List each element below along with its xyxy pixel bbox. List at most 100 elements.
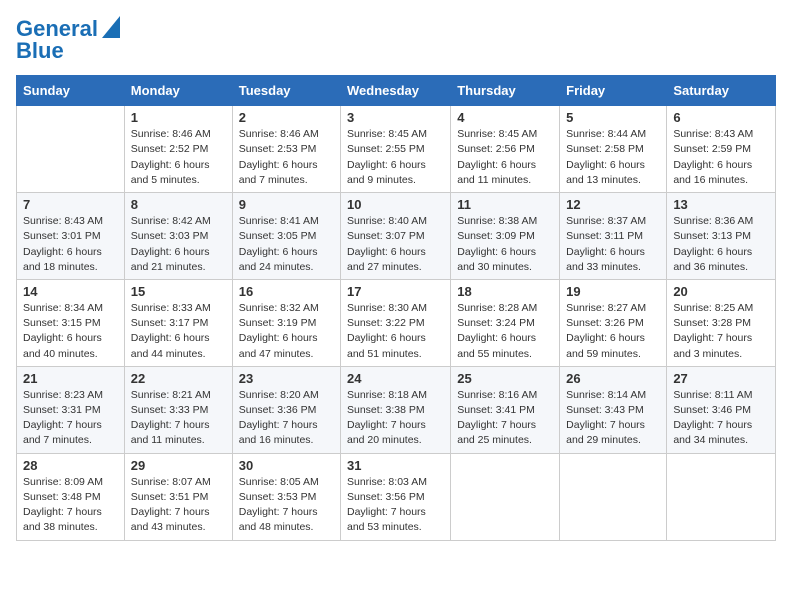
calendar-cell: 16 Sunrise: 8:32 AM Sunset: 3:19 PM Dayli… [232, 279, 340, 366]
day-info: Sunrise: 8:25 AM Sunset: 3:28 PM Dayligh… [673, 301, 769, 362]
day-info: Sunrise: 8:46 AM Sunset: 2:52 PM Dayligh… [131, 127, 226, 188]
day-info: Sunrise: 8:30 AM Sunset: 3:22 PM Dayligh… [347, 301, 444, 362]
calendar-cell: 31Sunrise: 8:03 AM Sunset: 3:56 PM Dayli… [341, 453, 451, 540]
calendar-week-row: 1 Sunrise: 8:46 AM Sunset: 2:52 PM Daylig… [17, 106, 776, 193]
day-number: 13 [673, 197, 769, 212]
logo: General Blue [16, 16, 120, 63]
calendar-cell: 1 Sunrise: 8:46 AM Sunset: 2:52 PM Daylig… [124, 106, 232, 193]
calendar-cell: 29Sunrise: 8:07 AM Sunset: 3:51 PM Dayli… [124, 453, 232, 540]
day-info: Sunrise: 8:33 AM Sunset: 3:17 PM Dayligh… [131, 301, 226, 362]
page-header: General Blue [16, 16, 776, 63]
weekday-header-saturday: Saturday [667, 76, 776, 106]
day-info: Sunrise: 8:36 AM Sunset: 3:13 PM Dayligh… [673, 214, 769, 275]
calendar-cell: 24Sunrise: 8:18 AM Sunset: 3:38 PM Dayli… [341, 366, 451, 453]
day-number: 28 [23, 458, 118, 473]
calendar-cell [667, 453, 776, 540]
calendar-week-row: 7 Sunrise: 8:43 AM Sunset: 3:01 PM Daylig… [17, 193, 776, 280]
day-info: Sunrise: 8:45 AM Sunset: 2:56 PM Dayligh… [457, 127, 553, 188]
calendar-cell: 15 Sunrise: 8:33 AM Sunset: 3:17 PM Dayli… [124, 279, 232, 366]
day-info: Sunrise: 8:41 AM Sunset: 3:05 PM Dayligh… [239, 214, 334, 275]
day-info: Sunrise: 8:32 AM Sunset: 3:19 PM Dayligh… [239, 301, 334, 362]
calendar-cell: 9 Sunrise: 8:41 AM Sunset: 3:05 PM Daylig… [232, 193, 340, 280]
calendar-cell: 21 Sunrise: 8:23 AM Sunset: 3:31 PM Dayli… [17, 366, 125, 453]
day-number: 9 [239, 197, 334, 212]
calendar-cell: 13 Sunrise: 8:36 AM Sunset: 3:13 PM Dayli… [667, 193, 776, 280]
calendar-cell: 6Sunrise: 8:43 AM Sunset: 2:59 PM Daylig… [667, 106, 776, 193]
day-number: 17 [347, 284, 444, 299]
day-number: 11 [457, 197, 553, 212]
day-info: Sunrise: 8:38 AM Sunset: 3:09 PM Dayligh… [457, 214, 553, 275]
day-number: 27 [673, 371, 769, 386]
day-number: 29 [131, 458, 226, 473]
day-info: Sunrise: 8:43 AM Sunset: 3:01 PM Dayligh… [23, 214, 118, 275]
day-info: Sunrise: 8:37 AM Sunset: 3:11 PM Dayligh… [566, 214, 660, 275]
day-number: 16 [239, 284, 334, 299]
calendar-cell: 14 Sunrise: 8:34 AM Sunset: 3:15 PM Dayli… [17, 279, 125, 366]
day-number: 30 [239, 458, 334, 473]
day-number: 24 [347, 371, 444, 386]
day-number: 14 [23, 284, 118, 299]
day-info: Sunrise: 8:28 AM Sunset: 3:24 PM Dayligh… [457, 301, 553, 362]
day-number: 21 [23, 371, 118, 386]
calendar-cell: 3Sunrise: 8:45 AM Sunset: 2:55 PM Daylig… [341, 106, 451, 193]
day-info: Sunrise: 8:46 AM Sunset: 2:53 PM Dayligh… [239, 127, 334, 188]
calendar-cell: 8Sunrise: 8:42 AM Sunset: 3:03 PM Daylig… [124, 193, 232, 280]
calendar-week-row: 28 Sunrise: 8:09 AM Sunset: 3:48 PM Dayli… [17, 453, 776, 540]
calendar-cell: 11 Sunrise: 8:38 AM Sunset: 3:09 PM Dayli… [451, 193, 560, 280]
calendar-cell: 17 Sunrise: 8:30 AM Sunset: 3:22 PM Dayli… [341, 279, 451, 366]
calendar-cell: 12 Sunrise: 8:37 AM Sunset: 3:11 PM Dayli… [560, 193, 667, 280]
day-number: 4 [457, 110, 553, 125]
day-number: 12 [566, 197, 660, 212]
day-info: Sunrise: 8:23 AM Sunset: 3:31 PM Dayligh… [23, 388, 118, 449]
calendar-week-row: 14 Sunrise: 8:34 AM Sunset: 3:15 PM Dayli… [17, 279, 776, 366]
calendar-cell: 10 Sunrise: 8:40 AM Sunset: 3:07 PM Dayli… [341, 193, 451, 280]
logo-text-blue: Blue [16, 39, 64, 63]
day-info: Sunrise: 8:16 AM Sunset: 3:41 PM Dayligh… [457, 388, 553, 449]
calendar-cell: 20 Sunrise: 8:25 AM Sunset: 3:28 PM Dayli… [667, 279, 776, 366]
calendar-cell [17, 106, 125, 193]
day-number: 3 [347, 110, 444, 125]
weekday-header-thursday: Thursday [451, 76, 560, 106]
day-number: 25 [457, 371, 553, 386]
day-info: Sunrise: 8:20 AM Sunset: 3:36 PM Dayligh… [239, 388, 334, 449]
calendar-cell: 23Sunrise: 8:20 AM Sunset: 3:36 PM Dayli… [232, 366, 340, 453]
weekday-header-friday: Friday [560, 76, 667, 106]
day-info: Sunrise: 8:03 AM Sunset: 3:56 PM Dayligh… [347, 475, 444, 536]
calendar-cell: 19 Sunrise: 8:27 AM Sunset: 3:26 PM Dayli… [560, 279, 667, 366]
day-number: 1 [131, 110, 226, 125]
day-number: 10 [347, 197, 444, 212]
day-number: 2 [239, 110, 334, 125]
day-number: 18 [457, 284, 553, 299]
day-info: Sunrise: 8:42 AM Sunset: 3:03 PM Dayligh… [131, 214, 226, 275]
calendar-cell: 22 Sunrise: 8:21 AM Sunset: 3:33 PM Dayli… [124, 366, 232, 453]
calendar-cell: 28 Sunrise: 8:09 AM Sunset: 3:48 PM Dayli… [17, 453, 125, 540]
day-number: 20 [673, 284, 769, 299]
weekday-header-monday: Monday [124, 76, 232, 106]
weekday-header-wednesday: Wednesday [341, 76, 451, 106]
calendar-cell: 7 Sunrise: 8:43 AM Sunset: 3:01 PM Daylig… [17, 193, 125, 280]
day-number: 19 [566, 284, 660, 299]
day-number: 15 [131, 284, 226, 299]
calendar-header-row: SundayMondayTuesdayWednesdayThursdayFrid… [17, 76, 776, 106]
day-info: Sunrise: 8:44 AM Sunset: 2:58 PM Dayligh… [566, 127, 660, 188]
day-info: Sunrise: 8:09 AM Sunset: 3:48 PM Dayligh… [23, 475, 118, 536]
calendar-cell [451, 453, 560, 540]
calendar-cell [560, 453, 667, 540]
calendar-cell: 5 Sunrise: 8:44 AM Sunset: 2:58 PM Daylig… [560, 106, 667, 193]
weekday-header-tuesday: Tuesday [232, 76, 340, 106]
day-number: 22 [131, 371, 226, 386]
logo-triangle-icon [102, 16, 120, 38]
day-info: Sunrise: 8:40 AM Sunset: 3:07 PM Dayligh… [347, 214, 444, 275]
day-number: 7 [23, 197, 118, 212]
day-info: Sunrise: 8:34 AM Sunset: 3:15 PM Dayligh… [23, 301, 118, 362]
calendar-cell: 30Sunrise: 8:05 AM Sunset: 3:53 PM Dayli… [232, 453, 340, 540]
day-info: Sunrise: 8:11 AM Sunset: 3:46 PM Dayligh… [673, 388, 769, 449]
day-info: Sunrise: 8:21 AM Sunset: 3:33 PM Dayligh… [131, 388, 226, 449]
day-number: 5 [566, 110, 660, 125]
calendar-cell: 27 Sunrise: 8:11 AM Sunset: 3:46 PM Dayli… [667, 366, 776, 453]
calendar-cell: 25 Sunrise: 8:16 AM Sunset: 3:41 PM Dayli… [451, 366, 560, 453]
calendar-table: SundayMondayTuesdayWednesdayThursdayFrid… [16, 75, 776, 540]
calendar-cell: 18 Sunrise: 8:28 AM Sunset: 3:24 PM Dayli… [451, 279, 560, 366]
calendar-cell: 2 Sunrise: 8:46 AM Sunset: 2:53 PM Daylig… [232, 106, 340, 193]
day-info: Sunrise: 8:27 AM Sunset: 3:26 PM Dayligh… [566, 301, 660, 362]
